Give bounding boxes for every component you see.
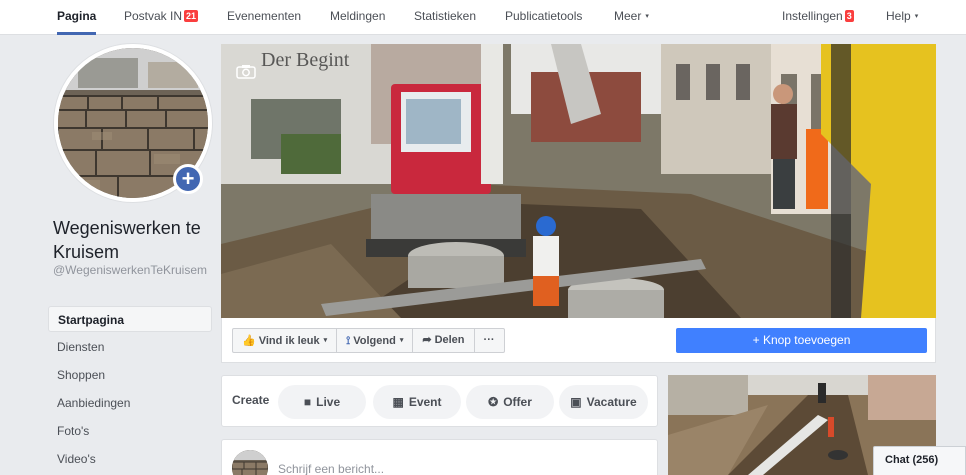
add-profile-photo-icon[interactable]: + [173,164,203,194]
chevron-down-icon: ▾ [645,13,649,20]
nav-tab-meldingen[interactable]: Meldingen [330,0,385,35]
nav-tab-label: Pagina [57,9,97,23]
sidebar-item-label: Aanbiedingen [57,396,131,410]
sidebar-item-aanbiedingen[interactable]: Aanbiedingen [48,390,212,416]
create-offer-label: Offer [503,395,532,409]
follow-label: Volgend [353,335,396,347]
create-vacature-label: Vacature [586,395,637,409]
sidebar-item-videos[interactable]: Video's [48,446,212,472]
nav-tab-label: Meer [614,9,642,23]
nav-help[interactable]: Help ▾ [886,0,918,35]
sidebar-item-label: Video's [57,452,96,466]
more-options-button[interactable]: ··· [475,329,504,352]
like-label: Vind ik leuk [258,335,320,347]
page-username[interactable]: @WegeniswerkenTeKruisem [53,264,213,277]
chevron-down-icon: ▾ [399,337,404,344]
sidebar-item-label: Diensten [57,340,105,354]
create-event-label: Event [408,395,442,409]
add-button-button[interactable]: + Knop toevoegen [676,328,927,353]
chevron-down-icon: ▾ [914,13,919,20]
create-vacature-button[interactable]: ▣ Vacature [559,385,648,419]
create-post-panel: Create ■ Live ▦ Event ✪ Offer ▣ Vacature [221,375,658,427]
nav-tab-label: Meldingen [330,9,386,23]
nav-help-label: Help [886,9,911,23]
nav-tab-label: Postvak IN [124,9,183,23]
chevron-down-icon: ▾ [323,337,328,344]
nav-settings-label: Instellingen [782,9,843,23]
nav-tab-evenementen[interactable]: Evenementen [227,0,301,35]
nav-tab-statistieken[interactable]: Statistieken [414,0,476,35]
create-live-button[interactable]: ■ Live [278,385,366,419]
create-live-label: Live [316,395,341,409]
rss-icon: ⟟ [346,335,351,347]
sidebar-item-label: Foto's [57,424,90,438]
live-video-icon: ■ [303,395,312,409]
nav-tab-label: Statistieken [414,9,477,23]
sidebar-item-label: Startpagina [58,313,125,327]
sidebar-item-shoppen[interactable]: Shoppen [48,362,212,388]
page-top-nav: Pagina Postvak IN 21 Evenementen Meldinge… [0,0,966,35]
nav-tab-postvak-in[interactable]: Postvak IN 21 [124,0,199,35]
page-action-buttons: 👍 Vind ik leuk ▾ ⟟ Volgend ▾ ➦ Delen ··· [232,328,505,353]
nav-tab-publicatietools[interactable]: Publicatietools [505,0,582,35]
share-arrow-icon: ➦ [422,334,432,346]
nav-tab-meer[interactable]: Meer ▾ [614,0,649,35]
settings-count-badge: 3 [844,10,854,22]
share-button[interactable]: ➦ Delen [413,329,475,352]
post-composer[interactable]: Schrijf een bericht... [221,439,658,475]
create-label: Create [232,393,270,407]
create-event-button[interactable]: ▦ Event [373,385,461,419]
create-offer-button[interactable]: ✪ Offer [466,385,554,419]
cover-photo[interactable]: Der Begint [221,44,936,318]
chat-bar[interactable]: Chat (256) [873,446,966,475]
plus-icon: + [181,166,195,191]
share-label: Delen [434,334,465,346]
composer-placeholder: Schrijf een bericht... [278,462,385,475]
nav-tab-pagina[interactable]: Pagina [57,0,97,35]
thumbs-up-icon: 👍 [242,335,256,347]
follow-button[interactable]: ⟟ Volgend ▾ [337,329,414,352]
sidebar-item-label: Shoppen [57,368,106,382]
avatar [232,450,268,475]
sidebar-item-diensten[interactable]: Diensten [48,334,212,360]
offer-tag-icon: ✪ [488,395,499,409]
page-action-bar: 👍 Vind ik leuk ▾ ⟟ Volgend ▾ ➦ Delen ··· + Kn… [221,318,936,363]
roadworks-cover-photo: Der Begint [221,44,936,318]
cover-sign-text: Der Begint [261,49,350,71]
page-title: Wegeniswerken te Kruisem [53,218,201,262]
nav-settings[interactable]: Instellingen 3 [782,0,854,35]
camera-icon[interactable] [236,64,256,79]
more-label: ··· [483,334,495,346]
inbox-count-badge: 21 [184,10,199,22]
sidebar-item-fotos[interactable]: Foto's [48,418,212,444]
nav-tab-label: Publicatietools [505,9,583,23]
briefcase-icon: ▣ [570,395,582,409]
nav-tab-label: Evenementen [227,9,302,23]
like-button[interactable]: 👍 Vind ik leuk ▾ [233,329,338,352]
sidebar-item-startpagina[interactable]: Startpagina [48,306,212,332]
calendar-icon: ▦ [392,395,404,409]
